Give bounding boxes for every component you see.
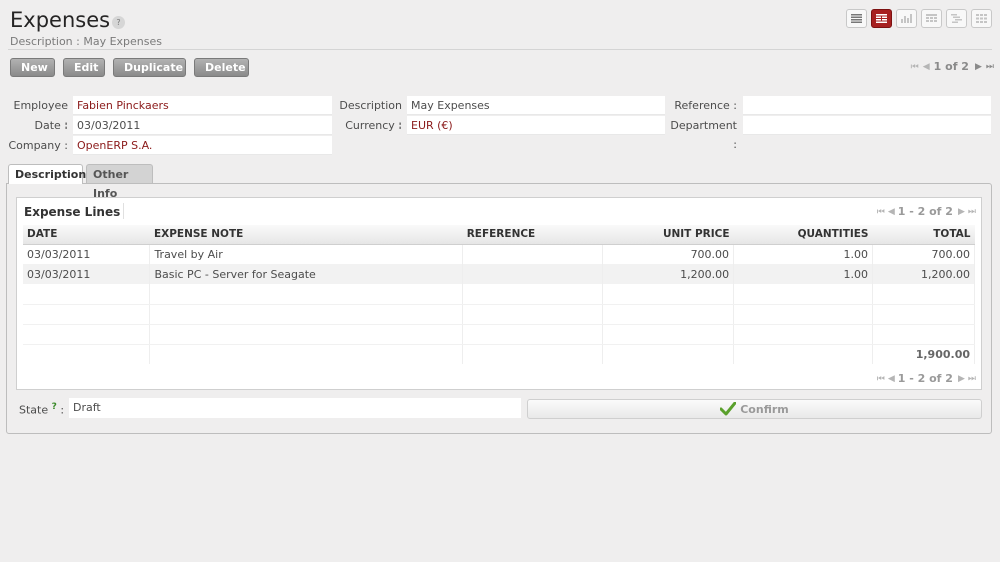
cell-expense-note: Travel by Air (149, 244, 464, 264)
lines-pager-bottom: ⏮ ◀ 1 - 2 of 2 ▶ ⏭ (877, 372, 976, 385)
previous-page-icon[interactable]: ◀ (888, 374, 895, 384)
help-icon[interactable]: ? (112, 16, 125, 29)
confirm-label: Confirm (740, 402, 789, 416)
state-separator: : (60, 403, 65, 417)
edit-button[interactable]: Edit (63, 58, 105, 77)
cell-expense-note: Basic PC - Server for Seagate (149, 264, 464, 284)
state-field: Draft (69, 398, 521, 418)
bar-chart-icon (901, 14, 912, 23)
new-button[interactable]: New (10, 58, 55, 77)
column-unit-price[interactable]: UNIT PRICE (602, 225, 734, 245)
table-row[interactable]: 03/03/2011 Travel by Air 700.00 1.00 700… (23, 244, 975, 264)
state-label-group: State ? : (19, 402, 64, 417)
sum-total: 1,900.00 (872, 343, 975, 364)
next-page-icon[interactable]: ▶ (958, 374, 965, 384)
date-field[interactable]: 03/03/2011 (73, 116, 332, 135)
cell-total: 700.00 (872, 244, 975, 264)
tab-description[interactable]: Description (8, 164, 86, 184)
list-view-button[interactable] (846, 9, 867, 28)
column-reference[interactable]: REFERENCE (462, 225, 603, 245)
last-page-icon[interactable]: ⏭ (968, 374, 976, 384)
calendar-icon (926, 14, 937, 22)
empty-row (23, 284, 975, 305)
empty-row (23, 324, 975, 345)
department-field[interactable] (743, 116, 991, 135)
company-label: Company : (8, 139, 68, 152)
list-icon (851, 14, 862, 23)
previous-page-icon[interactable]: ◀ (888, 207, 895, 217)
table-header: DATE EXPENSE NOTE REFERENCE UNIT PRICE Q… (23, 225, 975, 245)
column-quantities[interactable]: QUANTITIES (733, 225, 873, 245)
delete-button[interactable]: Delete (194, 58, 249, 77)
record-count: 1 of 2 (933, 60, 969, 73)
cell-date: 03/03/2011 (23, 264, 151, 284)
record-pager: ⏮ ◀ 1 of 2 ▶ ⏭ (911, 60, 994, 73)
tab-other-info[interactable]: Other Info (86, 164, 153, 200)
cell-total: 1,200.00 (872, 264, 975, 284)
next-page-icon[interactable]: ▶ (958, 207, 965, 217)
expense-lines-title: Expense Lines (24, 205, 121, 219)
cell-quantities: 1.00 (733, 244, 873, 264)
title-divider (123, 203, 124, 219)
reference-label: Reference : (674, 99, 737, 112)
action-bar: New Edit Duplicate Delete (10, 58, 249, 77)
page-title: Expenses (10, 8, 111, 32)
currency-label: Currency : (345, 119, 402, 132)
date-label: Date : (34, 119, 69, 132)
cell-unit-price: 1,200.00 (602, 264, 735, 284)
last-page-icon[interactable]: ⏭ (968, 207, 976, 217)
kanban-view-button[interactable] (971, 9, 992, 28)
checkmark-icon (720, 402, 737, 416)
empty-row (23, 304, 975, 325)
first-page-icon[interactable]: ⏮ (877, 207, 885, 217)
lines-count: 1 - 2 of 2 (897, 205, 953, 218)
gantt-icon (951, 14, 962, 23)
form-view-button[interactable] (871, 9, 892, 28)
view-switcher (846, 9, 992, 28)
cell-reference (462, 264, 604, 284)
last-record-icon[interactable]: ⏭ (986, 62, 994, 72)
first-record-icon[interactable]: ⏮ (911, 62, 919, 72)
employee-field[interactable]: Fabien Pinckaers (73, 96, 332, 115)
lines-count: 1 - 2 of 2 (897, 372, 953, 385)
column-date[interactable]: DATE (23, 225, 150, 245)
next-record-icon[interactable]: ▶ (975, 62, 982, 72)
description-field[interactable]: May Expenses (407, 96, 665, 115)
graph-view-button[interactable] (896, 9, 917, 28)
expense-lines-table: DATE EXPENSE NOTE REFERENCE UNIT PRICE Q… (23, 225, 975, 364)
table-row[interactable]: 03/03/2011 Basic PC - Server for Seagate… (23, 264, 975, 284)
calendar-view-button[interactable] (921, 9, 942, 28)
column-total[interactable]: TOTAL (872, 225, 975, 245)
total-row: 1,900.00 (23, 343, 975, 364)
gantt-view-button[interactable] (946, 9, 967, 28)
state-label: State (19, 403, 49, 417)
confirm-button[interactable]: Confirm (527, 399, 982, 419)
state-help-icon[interactable]: ? (52, 402, 57, 412)
header-divider (8, 49, 992, 50)
cell-quantities: 1.00 (733, 264, 873, 284)
column-expense-note[interactable]: EXPENSE NOTE (149, 225, 463, 245)
cell-unit-price: 700.00 (602, 244, 735, 264)
cell-date: 03/03/2011 (23, 244, 151, 264)
cell-reference (462, 244, 604, 264)
department-label: Department : (670, 119, 737, 151)
lines-pager-top: ⏮ ◀ 1 - 2 of 2 ▶ ⏭ (877, 205, 976, 218)
first-page-icon[interactable]: ⏮ (877, 374, 885, 384)
previous-record-icon[interactable]: ◀ (923, 62, 930, 72)
form-icon (876, 14, 887, 23)
currency-field[interactable]: EUR (€) (407, 116, 665, 135)
duplicate-button[interactable]: Duplicate (113, 58, 186, 77)
kanban-icon (976, 14, 987, 23)
company-field[interactable]: OpenERP S.A. (73, 136, 332, 155)
reference-field[interactable] (743, 96, 991, 115)
page-subtitle: Description : May Expenses (10, 35, 162, 48)
